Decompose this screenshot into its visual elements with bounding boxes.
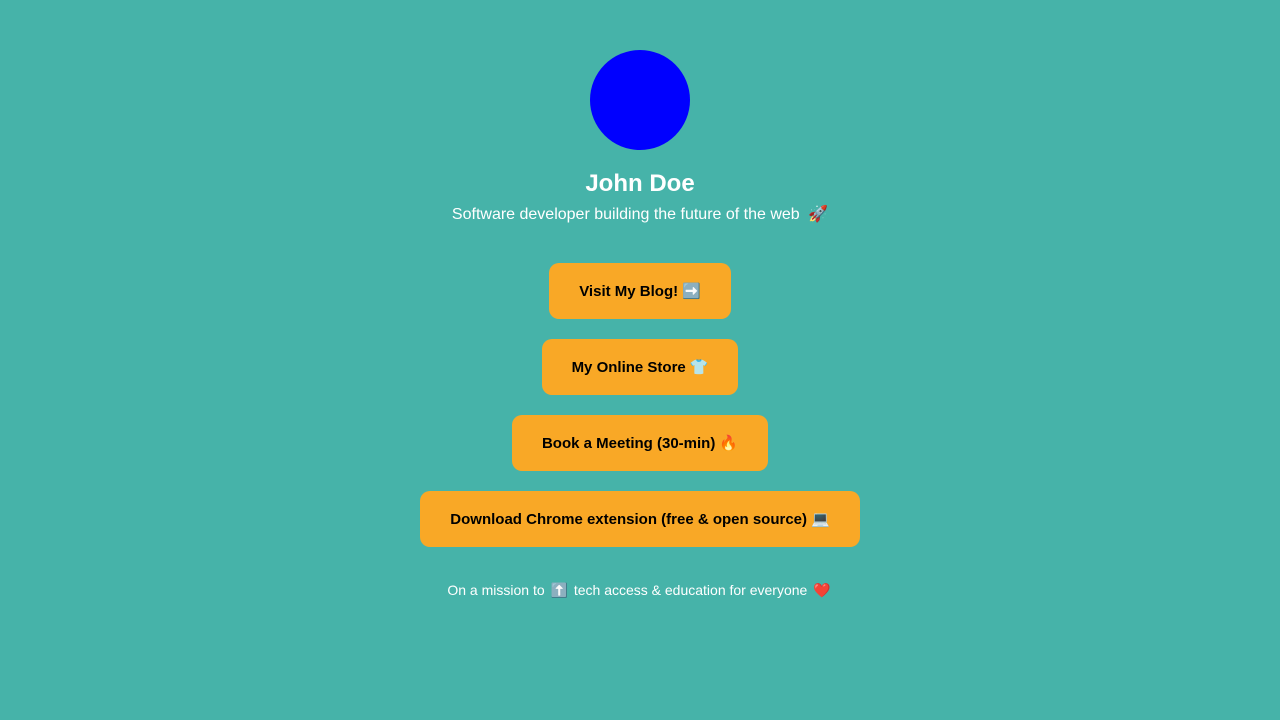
link-in-bio-page: John Doe Software developer building the… <box>0 0 1280 720</box>
link-label: My Online Store <box>571 358 686 376</box>
laptop-icon: 💻 <box>811 511 830 528</box>
visit-blog-button[interactable]: Visit My Blog! ➡️ <box>549 263 731 319</box>
arrow-right-icon: ➡️ <box>682 283 701 300</box>
fire-icon: 🔥 <box>719 435 739 452</box>
link-label: Book a Meeting (30-min) <box>541 434 716 452</box>
link-list: Visit My Blog! ➡️ My Online Store 👕 Book… <box>420 263 860 547</box>
rocket-icon: 🚀 <box>808 206 829 223</box>
link-label: Download Chrome extension (free & open s… <box>450 510 808 528</box>
online-store-button[interactable]: My Online Store 👕 <box>541 339 739 395</box>
footer-tagline: On a mission to ⬆️ tech access & educati… <box>447 581 832 599</box>
arrow-up-icon: ⬆️ <box>550 582 568 598</box>
download-extension-button[interactable]: Download Chrome extension (free & open s… <box>420 491 860 547</box>
footer-prefix: On a mission to <box>447 582 545 598</box>
book-meeting-button[interactable]: Book a Meeting (30-min) 🔥 <box>511 415 769 471</box>
link-label: Visit My Blog! <box>579 282 679 300</box>
footer-middle: tech access & education for everyone <box>573 582 808 598</box>
avatar <box>590 50 690 150</box>
bio-text: Software developer building the future o… <box>451 206 800 223</box>
profile-bio: Software developer building the future o… <box>452 205 828 225</box>
tshirt-icon: 👕 <box>689 359 709 376</box>
profile-name: John Doe <box>585 170 695 197</box>
heart-icon: ❤️ <box>813 582 831 598</box>
